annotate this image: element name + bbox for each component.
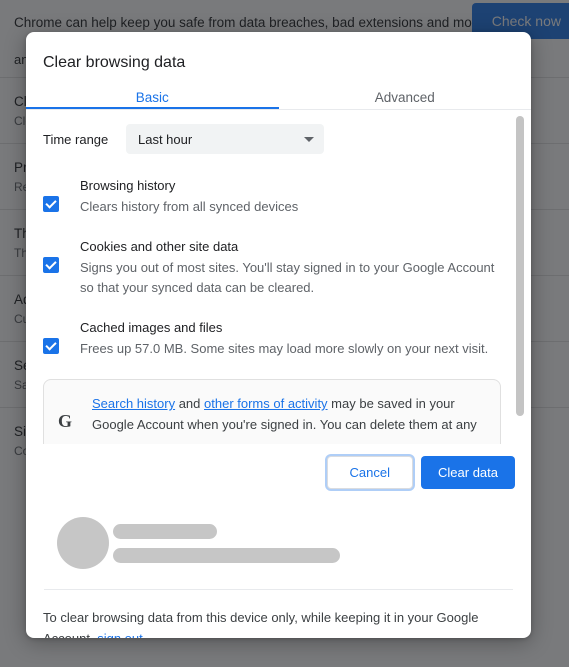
checkbox-title: Browsing history — [80, 178, 176, 193]
checkbox-cookies[interactable] — [43, 257, 59, 273]
cancel-button[interactable]: Cancel — [326, 456, 414, 489]
google-account-info-banner: G Search history and other forms of acti… — [43, 379, 501, 444]
info-banner-text-1: and — [175, 396, 205, 411]
dialog-footer: To clear browsing data from this device … — [26, 503, 531, 638]
clear-data-button[interactable]: Clear data — [421, 456, 515, 489]
dialog-scrollbar[interactable] — [515, 110, 525, 444]
clear-browsing-data-dialog: Clear browsing data Basic Advanced Time … — [26, 32, 531, 638]
checkbox-cached-images[interactable] — [43, 338, 59, 354]
checkbox-texts: Cookies and other site data Signs you ou… — [80, 237, 501, 298]
avatar — [57, 517, 109, 569]
checkbox-browsing-history[interactable] — [43, 196, 59, 212]
checkbox-texts: Browsing history Clears history from all… — [80, 176, 501, 217]
dialog-scrollbar-thumb[interactable] — [516, 116, 524, 416]
checkbox-subtitle: Frees up 57.0 MB. Some sites may load mo… — [80, 341, 489, 356]
google-g-icon: G — [58, 411, 73, 431]
checkbox-subtitle: Signs you out of most sites. You'll stay… — [80, 260, 495, 295]
time-range-select[interactable]: Last hour — [126, 124, 324, 154]
search-history-link[interactable]: Search history — [92, 396, 175, 411]
dialog-title: Clear browsing data — [43, 54, 186, 71]
dialog-scroll-body: Time range Last hour Browsing history Cl… — [26, 110, 531, 444]
chevron-down-icon — [304, 136, 314, 142]
dialog-tabs: Basic Advanced — [26, 87, 531, 110]
skeleton-bar — [113, 547, 340, 563]
time-range-row: Time range Last hour — [43, 124, 501, 154]
checkbox-subtitle: Clears history from all synced devices — [80, 199, 299, 214]
checkbox-item-cookies: Cookies and other site data Signs you ou… — [43, 237, 501, 298]
dialog-action-buttons: Cancel Clear data — [26, 444, 531, 503]
time-range-label: Time range — [43, 131, 109, 147]
time-range-value: Last hour — [138, 131, 193, 147]
tab-active-indicator — [26, 107, 279, 109]
tab-basic[interactable]: Basic — [26, 87, 279, 109]
checkbox-title: Cached images and files — [80, 320, 223, 335]
checkbox-title: Cookies and other site data — [80, 239, 239, 254]
dialog-scroll-content: Time range Last hour Browsing history Cl… — [26, 124, 531, 444]
account-skeleton-placeholder — [43, 503, 514, 589]
skeleton-lines — [113, 523, 514, 563]
footer-text-after: . — [143, 631, 147, 638]
tab-advanced[interactable]: Advanced — [279, 87, 532, 109]
other-forms-of-activity-link[interactable]: other forms of activity — [204, 396, 328, 411]
checkbox-item-browsing-history: Browsing history Clears history from all… — [43, 176, 501, 217]
sign-out-link[interactable]: sign out — [97, 631, 143, 638]
checkbox-texts: Cached images and files Frees up 57.0 MB… — [80, 318, 501, 359]
checkbox-item-cached-images: Cached images and files Frees up 57.0 MB… — [43, 318, 501, 359]
skeleton-bar — [113, 523, 217, 539]
info-banner-text: Search history and other forms of activi… — [92, 393, 486, 435]
footer-text: To clear browsing data from this device … — [43, 590, 514, 638]
